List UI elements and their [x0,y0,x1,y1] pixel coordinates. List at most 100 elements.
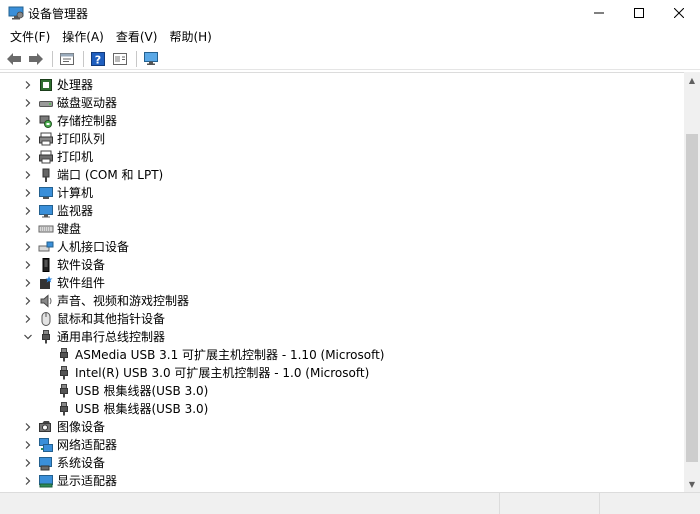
status-bar [0,492,700,514]
chevron-right-icon[interactable] [23,242,33,252]
tree-category-row[interactable]: 监视器 [0,202,684,220]
tree-category-row[interactable]: 处理器 [0,76,684,94]
tree-item-label: 软件组件 [57,276,106,290]
chevron-down-icon[interactable] [23,332,33,342]
update-driver-button[interactable] [110,49,130,69]
tree-category-row[interactable]: 软件组件 [0,274,684,292]
svg-text:?: ? [95,53,101,66]
usb-icon [38,329,54,345]
status-cell [600,493,700,514]
chevron-right-icon[interactable] [23,134,33,144]
tree-item-label: USB 根集线器(USB 3.0) [75,384,209,398]
tree-device-row[interactable]: Intel(R) USB 3.0 可扩展主机控制器 - 1.0 (Microso… [0,364,684,382]
camera-icon [38,419,54,435]
tree-category-row[interactable]: 系统设备 [0,454,684,472]
chevron-right-icon[interactable] [23,440,33,450]
window-title: 设备管理器 [28,7,89,21]
tree-item-label: 人机接口设备 [57,240,130,254]
back-button[interactable] [4,49,24,69]
menu-action[interactable]: 操作(A) [56,27,110,47]
menu-view[interactable]: 查看(V) [110,27,164,47]
tree-category-row[interactable]: 磁盘驱动器 [0,94,684,112]
chevron-right-icon[interactable] [23,422,33,432]
system-device-icon [38,455,54,471]
title-bar: 设备管理器 [0,0,700,26]
properties-button[interactable] [57,49,77,69]
scroll-up-arrow-icon[interactable]: ▲ [684,72,700,88]
tree-device-row[interactable]: USB 根集线器(USB 3.0) [0,382,684,400]
tree-category-row[interactable]: 端口 (COM 和 LPT) [0,166,684,184]
tree-item-label: 鼠标和其他指针设备 [57,312,166,326]
back-arrow-icon [7,52,21,65]
speaker-icon [38,293,54,309]
tree-category-row[interactable]: 键盘 [0,220,684,238]
tree-item-label: 显示适配器 [57,474,118,488]
tree-item-label: 存储控制器 [57,114,118,128]
port-icon [38,167,54,183]
chevron-right-icon[interactable] [23,80,33,90]
software-device-icon [38,257,54,273]
chevron-right-icon[interactable] [23,188,33,198]
tree-item-label: 网络适配器 [57,438,118,452]
menu-help[interactable]: 帮助(H) [163,27,217,47]
tree-item-label: 磁盘驱动器 [57,96,118,110]
tree-device-row[interactable]: ASMedia USB 3.1 可扩展主机控制器 - 1.10 (Microso… [0,346,684,364]
tree-item-label: 打印队列 [57,132,106,146]
tree-category-row[interactable]: 打印队列 [0,130,684,148]
toolbar-separator [136,50,137,67]
help-icon: ? [91,51,105,66]
tree-category-row[interactable]: 图像设备 [0,418,684,436]
tree-category-row[interactable]: 网络适配器 [0,436,684,454]
usb-icon [56,365,72,381]
chevron-right-icon[interactable] [23,170,33,180]
tree-category-row[interactable]: 显示适配器 [0,472,684,490]
tree-item-label: USB 根集线器(USB 3.0) [75,402,209,416]
tree-category-row[interactable]: 打印机 [0,148,684,166]
tree-category-row[interactable]: 鼠标和其他指针设备 [0,310,684,328]
chevron-right-icon[interactable] [23,278,33,288]
usb-icon [56,347,72,363]
scrollbar-thumb[interactable] [686,134,698,462]
chevron-right-icon[interactable] [23,206,33,216]
scan-hardware-button[interactable] [141,49,161,69]
chevron-right-icon[interactable] [23,260,33,270]
computer-icon [38,185,54,201]
minimize-icon [594,12,604,14]
vertical-scrollbar[interactable]: ▲ ▼ [684,72,700,492]
chevron-right-icon[interactable] [23,314,33,324]
tree-category-row[interactable]: 计算机 [0,184,684,202]
tree-item-label: 软件设备 [57,258,106,272]
processor-icon [38,77,54,93]
tree-item-label: 通用串行总线控制器 [57,330,166,344]
close-icon [674,8,684,18]
chevron-right-icon[interactable] [23,98,33,108]
chevron-right-icon[interactable] [23,224,33,234]
chevron-right-icon[interactable] [23,296,33,306]
monitor-scan-icon [144,51,158,65]
tree-category-row[interactable]: 软件设备 [0,256,684,274]
chevron-right-icon[interactable] [23,476,33,486]
tree-item-label: 声音、视频和游戏控制器 [57,294,190,308]
tree-category-row[interactable]: 通用串行总线控制器 [0,328,684,346]
status-cell [500,493,600,514]
hid-icon [38,239,54,255]
tree-item-label: 系统设备 [57,456,106,470]
tree-category-row[interactable]: 声音、视频和游戏控制器 [0,292,684,310]
tree-device-row[interactable]: USB 根集线器(USB 3.0) [0,400,684,418]
network-adapter-icon [38,437,54,453]
scroll-down-arrow-icon[interactable]: ▼ [684,476,700,492]
tree-category-row[interactable]: 人机接口设备 [0,238,684,256]
display-adapter-icon [38,473,54,489]
chevron-right-icon[interactable] [23,458,33,468]
storage-controller-icon [38,113,54,129]
chevron-right-icon[interactable] [23,116,33,126]
tree-item-label: 监视器 [57,204,94,218]
chevron-right-icon[interactable] [23,152,33,162]
forward-arrow-icon [29,52,43,65]
close-button[interactable] [656,0,700,26]
tree-category-row[interactable]: 存储控制器 [0,112,684,130]
menu-file[interactable]: 文件(F) [4,27,56,47]
forward-button[interactable] [26,49,46,69]
maximize-icon [634,8,644,18]
help-button[interactable]: ? [88,49,108,69]
